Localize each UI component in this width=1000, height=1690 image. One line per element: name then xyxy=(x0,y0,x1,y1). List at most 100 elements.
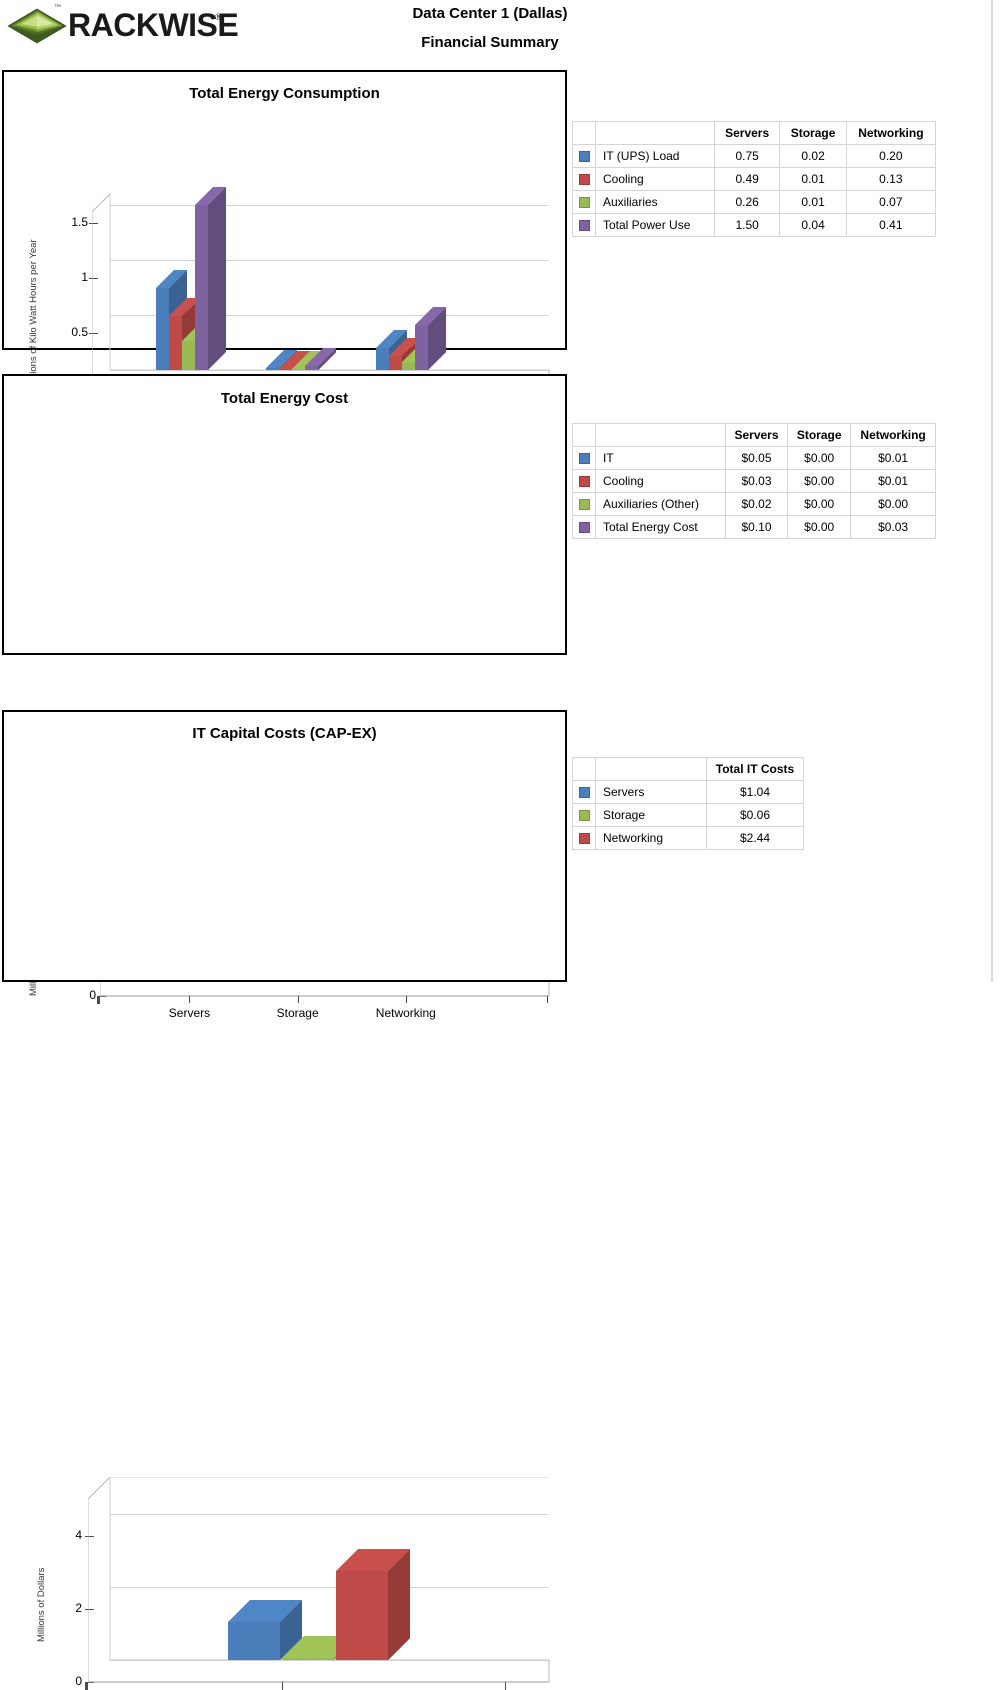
table-column-header: Servers xyxy=(724,423,789,447)
chart-panel-energy-consumption: Total Energy Consumption 00.511.5Servers… xyxy=(2,70,567,412)
series-color-swatch-icon xyxy=(579,521,590,533)
legend-swatch-cell xyxy=(572,469,596,493)
table-cell-value: 0.04 xyxy=(779,213,847,237)
table-header-row: Servers Storage Networking xyxy=(572,121,937,145)
table-header-swatch-blank xyxy=(572,757,596,781)
table-column-header xyxy=(595,423,726,447)
x-tick-label: Networking xyxy=(375,1006,436,1020)
table-column-header xyxy=(595,121,715,145)
y-axis-title: Millions of Dollars xyxy=(36,1567,47,1642)
plot-area-it-capital-costs: 0 2 4 Millions of Dollars xyxy=(4,712,565,1690)
chart-panel-it-capital-costs: IT Capital Costs (CAP-EX) 0 2 4 Millions of… xyxy=(2,710,567,1690)
table-row-label: Cooling xyxy=(595,167,715,191)
x-tick-mark-2 xyxy=(505,1682,506,1690)
table-cell-value: $2.44 xyxy=(706,826,804,850)
legend-swatch-cell xyxy=(572,780,596,804)
table-cell-value: 0.41 xyxy=(845,213,937,237)
bar-networking xyxy=(336,1548,410,1660)
table-row[interactable]: Auxiliaries 0.26 0.01 0.07 xyxy=(572,190,937,214)
table-row[interactable]: Cooling 0.49 0.01 0.13 xyxy=(572,167,937,191)
data-table-it-capital-costs: Total IT Costs Servers $1.04 Storage $0.06 Ne… xyxy=(572,757,804,850)
table-header-swatch-blank xyxy=(572,121,596,145)
table-row[interactable]: Auxiliaries (Other) $0.02 $0.00 $0.00 xyxy=(572,492,936,516)
logo-registered-mark: ® xyxy=(215,12,222,22)
table-cell-value: $0.10 xyxy=(724,515,789,539)
page-subtitle: Financial Summary xyxy=(421,34,559,51)
table-cell-value: $0.05 xyxy=(724,446,789,470)
y-tick-label: 0.5 xyxy=(71,325,88,339)
series-color-swatch-icon xyxy=(579,832,590,844)
legend-swatch-cell xyxy=(572,144,596,168)
table-row-label: Storage xyxy=(594,803,708,827)
x-tick-mark xyxy=(405,996,407,1003)
table-row[interactable]: Total Power Use 1.50 0.04 0.41 xyxy=(572,213,937,237)
y-tick-label: 1.5 xyxy=(71,215,88,229)
table-cell-value: 0.07 xyxy=(845,190,937,214)
data-table-energy-consumption: Servers Storage Networking IT (UPS) Load 0.7… xyxy=(572,121,937,237)
table-row[interactable]: Storage $0.06 xyxy=(572,803,804,827)
x-tick-mark xyxy=(189,996,191,1003)
table-cell-value: $0.01 xyxy=(850,446,936,470)
table-cell-value: 0.26 xyxy=(713,190,781,214)
table-column-header: Storage xyxy=(779,121,847,145)
legend-swatch-cell xyxy=(572,190,596,214)
table-column-header: Networking xyxy=(845,121,937,145)
x-tick-mark-1 xyxy=(282,1682,283,1690)
table-cell-value: $0.00 xyxy=(787,446,852,470)
table-cell-value: 0.01 xyxy=(779,167,847,191)
rackwise-logo[interactable]: ™ RACKWISE ® xyxy=(6,4,239,48)
rackwise-pyramid-logo xyxy=(7,8,67,44)
table-row[interactable]: Total Energy Cost $0.10 $0.00 $0.03 xyxy=(572,515,936,539)
table-cell-value: 0.02 xyxy=(779,144,847,168)
table-cell-value: $0.03 xyxy=(850,515,936,539)
table-column-header xyxy=(594,757,708,781)
legend-swatch-cell xyxy=(572,167,596,191)
table-row[interactable]: Networking $2.44 xyxy=(572,826,804,850)
x-tick-label: Storage xyxy=(276,1006,319,1020)
series-color-swatch-icon xyxy=(579,219,590,231)
legend-swatch-cell xyxy=(572,515,596,539)
table-row-label: IT xyxy=(595,446,726,470)
legend-swatch-cell xyxy=(572,826,596,850)
table-cell-value: 0.20 xyxy=(845,144,937,168)
table-row[interactable]: IT (UPS) Load 0.75 0.02 0.20 xyxy=(572,144,937,168)
report-header: ™ RACKWISE ® Data Center 1 (Dallas) Fina… xyxy=(0,0,993,62)
table-row-label: Total Power Use xyxy=(595,213,715,237)
chart-panel-energy-cost: Total Energy Cost 00.050.10.15ServersSto… xyxy=(2,374,567,1020)
table-cell-value: $0.03 xyxy=(724,469,789,493)
table-cell-value: $0.00 xyxy=(787,492,852,516)
table-column-header: Storage xyxy=(787,423,852,447)
table-row-label: IT (UPS) Load xyxy=(595,144,715,168)
data-table-energy-cost: Servers Storage Networking IT $0.05 $0.00 $0.0… xyxy=(572,423,936,539)
y-axis-origin-mark xyxy=(97,996,100,1004)
table-row[interactable]: Cooling $0.03 $0.00 $0.01 xyxy=(572,469,936,493)
legend-swatch-cell xyxy=(572,213,596,237)
table-cell-value: $0.06 xyxy=(706,803,804,827)
table-cell-value: $1.04 xyxy=(706,780,804,804)
table-column-header: Networking xyxy=(850,423,936,447)
y-tick-label: 2 xyxy=(75,1600,82,1615)
y-tick-label: 1 xyxy=(81,270,88,284)
table-cell-value: $0.00 xyxy=(850,492,936,516)
table-cell-value: $0.01 xyxy=(850,469,936,493)
legend-swatch-cell xyxy=(572,492,596,516)
legend-swatch-cell xyxy=(572,446,596,470)
table-header-row: Total IT Costs xyxy=(572,757,804,781)
y-axis-origin-mark xyxy=(85,1682,88,1690)
table-row[interactable]: IT $0.05 $0.00 $0.01 xyxy=(572,446,936,470)
bar-servers-3 xyxy=(195,187,227,370)
plot-area-energy-consumption: 00.511.5ServersStorageNetworkingMillions… xyxy=(4,72,565,412)
table-cell-value: 0.49 xyxy=(713,167,781,191)
table-cell-value: 0.01 xyxy=(779,190,847,214)
table-cell-value: 1.50 xyxy=(713,213,781,237)
x-tick-mark xyxy=(297,996,299,1003)
table-cell-value: $0.00 xyxy=(787,515,852,539)
series-color-swatch-icon xyxy=(579,196,590,208)
series-color-swatch-icon xyxy=(579,786,590,798)
series-color-swatch-icon xyxy=(579,150,590,162)
table-cell-value: 0.13 xyxy=(845,167,937,191)
series-color-swatch-icon xyxy=(579,475,590,487)
y-tick-label: 4 xyxy=(75,1527,82,1542)
table-row[interactable]: Servers $1.04 xyxy=(572,780,804,804)
bar-networking-3 xyxy=(415,306,447,370)
